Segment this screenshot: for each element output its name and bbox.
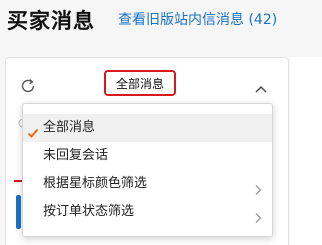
- menu-item-label: 按订单状态筛选: [43, 204, 135, 219]
- chevron-right-icon: [254, 179, 262, 195]
- page-header: 买家消息 查看旧版站内信消息 (42): [0, 0, 322, 44]
- refresh-icon[interactable]: [19, 77, 37, 95]
- menu-item-label: 根据星标颜色筛选: [43, 176, 148, 191]
- menu-item-label: 全部消息: [43, 120, 96, 135]
- chevron-up-icon[interactable]: [254, 79, 268, 93]
- menu-item-filter-by-star-color[interactable]: 根据星标颜色筛选: [23, 170, 272, 198]
- filter-dropdown-menu: 全部消息 未回复会话 根据星标颜色筛选 按订单状态筛选: [22, 103, 273, 237]
- check-icon: [27, 122, 39, 138]
- list-item-accent: [16, 195, 21, 229]
- old-site-messages-link[interactable]: 查看旧版站内信消息 (42): [118, 9, 277, 29]
- chevron-right-icon: [254, 207, 262, 223]
- page-title: 买家消息: [7, 9, 95, 33]
- menu-item-filter-by-order-status[interactable]: 按订单状态筛选: [23, 198, 272, 226]
- message-filter-dropdown[interactable]: 全部消息: [104, 70, 176, 96]
- conversation-panel: [290, 57, 322, 245]
- buyer-messages-page: 买家消息 查看旧版站内信消息 (42) 全部消息 ○ 全部消息 未回复会话: [0, 0, 322, 245]
- menu-item-all-messages[interactable]: 全部消息: [23, 114, 272, 142]
- menu-item-unreplied[interactable]: 未回复会话: [23, 142, 272, 170]
- menu-item-label: 未回复会话: [43, 148, 109, 163]
